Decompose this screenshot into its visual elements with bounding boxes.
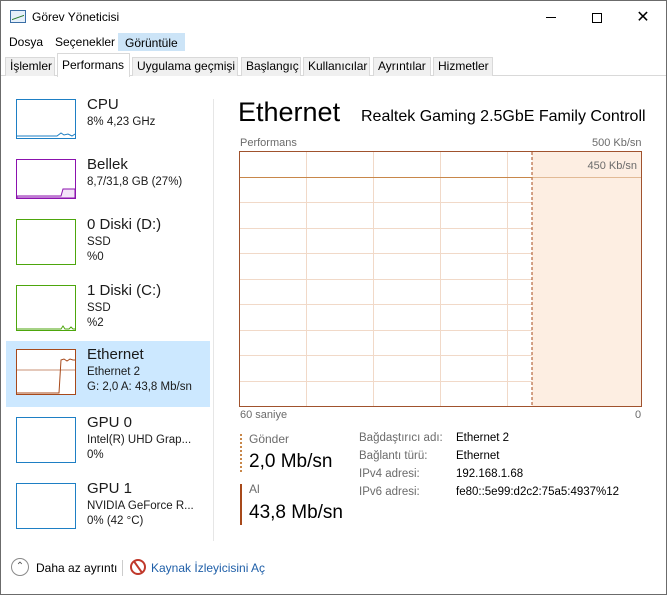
disk-1-thumbnail-line [17, 325, 75, 330]
adapter-name-value: Ethernet 2 [456, 432, 510, 444]
gpu-1-thumbnail-graph [16, 483, 76, 529]
memory-thumbnail-line [16, 188, 76, 199]
resource-sidebar: CPU 8% 4,23 GHz Bellek 8,7/31,8 GB (27%)… [1, 77, 213, 547]
memory-thumbnail-graph [16, 159, 76, 199]
send-value: 2,0 Mb/sn [249, 451, 333, 472]
sidebar-item-disk-1-name: 1 Diski (C:) [87, 282, 162, 299]
sidebar-item-gpu-0-model: Intel(R) UHD Grap... [87, 434, 192, 446]
sidebar-item-disk-0-type: SSD [87, 236, 111, 248]
receive-label: Al [249, 482, 260, 496]
cpu-thumbnail-line [17, 132, 76, 137]
graph-max-label: 500 Kb/sn [592, 137, 642, 149]
throughput-graph: 450 Kb/sn [239, 151, 642, 407]
menu-view[interactable]: Görüntüle [118, 33, 185, 51]
sidebar-item-gpu-0-name: GPU 0 [87, 414, 133, 431]
sidebar-item-cpu-usage: 8% 4,23 GHz [87, 116, 156, 128]
send-stat: Gönder 2,0 Mb/sn [240, 431, 350, 473]
tab-startup[interactable]: Başlangıç [241, 57, 301, 76]
receive-stat: Al 43,8 Mb/sn [240, 481, 360, 525]
footer-divider [122, 560, 123, 576]
footer-bar: ⌃ Daha az ayrıntı Kaynak İzleyicisini Aç [1, 547, 666, 594]
sidebar-item-gpu-1-name: GPU 1 [87, 480, 133, 497]
adapter-name: Realtek Gaming 2.5GbE Family Controll... [361, 108, 645, 125]
sidebar-item-gpu-1-usage: 0% (42 °C) [87, 515, 144, 527]
maximize-icon [592, 12, 602, 23]
sidebar-item-cpu-name: CPU [87, 96, 119, 113]
sidebar-item-disk-0[interactable]: 0 Diski (D:) SSD %0 [6, 211, 210, 277]
graph-label: Performans [240, 137, 297, 149]
minimize-icon [546, 17, 556, 19]
graph-x-left-label: 60 saniye [240, 409, 288, 421]
tab-processes[interactable]: İşlemler [5, 57, 55, 76]
sidebar-item-gpu-1[interactable]: GPU 1 NVIDIA GeForce R... 0% (42 °C) [6, 475, 210, 541]
connection-type-value: Ethernet [456, 450, 500, 462]
send-label: Gönder [249, 432, 290, 446]
receive-indicator [240, 484, 242, 525]
ipv6-value: fe80::5e99:d2c2:75a5:4937%12 [456, 486, 620, 498]
chevron-up-icon[interactable]: ⌃ [11, 558, 29, 576]
receive-area [532, 152, 641, 406]
ethernet-thumbnail-graph [16, 349, 76, 395]
graph-inner-scale-label: 450 Kb/sn [587, 160, 637, 172]
title-bar: Görev Yöneticisi ✕ [1, 1, 666, 32]
connection-type-label: Bağlantı türü: [359, 450, 428, 462]
sidebar-item-ethernet[interactable]: Ethernet Ethernet 2 G: 2,0 A: 43,8 Mb/sn [6, 341, 210, 407]
tab-services[interactable]: Hizmetler [433, 57, 493, 76]
menu-options[interactable]: Seçenekler [49, 33, 121, 51]
tab-app-history[interactable]: Uygulama geçmişi [132, 57, 238, 76]
tab-details[interactable]: Ayrıntılar [373, 57, 431, 76]
gpu-0-thumbnail-graph [16, 417, 76, 463]
maximize-button[interactable] [574, 1, 620, 32]
close-icon: ✕ [636, 8, 650, 26]
page-title: Ethernet [238, 97, 341, 127]
adapter-name-label: Bağdaştırıcı adı: [359, 432, 443, 444]
receive-value: 43,8 Mb/sn [249, 502, 343, 523]
sidebar-item-gpu-1-model: NVIDIA GeForce R... [87, 500, 194, 512]
sidebar-item-gpu-0[interactable]: GPU 0 Intel(R) UHD Grap... 0% [6, 409, 210, 475]
sidebar-item-gpu-0-usage: 0% [87, 449, 104, 461]
send-indicator [240, 434, 242, 472]
close-button[interactable]: ✕ [620, 1, 666, 32]
sidebar-item-ethernet-throughput: G: 2,0 A: 43,8 Mb/sn [87, 381, 192, 393]
ethernet-thumbnail-line [17, 358, 75, 394]
throughput-graph-canvas [240, 152, 641, 406]
task-manager-window: Görev Yöneticisi ✕ Dosya Seçenekler Görü… [0, 0, 667, 595]
open-resource-monitor-link[interactable]: Kaynak İzleyicisini Aç [151, 561, 265, 575]
task-manager-icon [10, 10, 26, 23]
minimize-button[interactable] [528, 1, 574, 32]
fewer-details-button[interactable]: Daha az ayrıntı [36, 561, 117, 575]
sidebar-divider [213, 99, 214, 541]
ipv6-label: IPv6 adresi: [359, 486, 420, 498]
disk-0-thumbnail-graph [16, 219, 76, 265]
tab-performance[interactable]: Performans [57, 53, 130, 77]
sidebar-item-ethernet-name: Ethernet [87, 346, 144, 363]
window-title: Görev Yöneticisi [32, 10, 120, 24]
sidebar-item-ethernet-adapter: Ethernet 2 [87, 366, 141, 378]
sidebar-item-memory-name: Bellek [87, 156, 128, 173]
resource-monitor-icon [130, 559, 146, 575]
menu-file[interactable]: Dosya [3, 33, 49, 51]
ipv4-value: 192.168.1.68 [456, 468, 524, 480]
cpu-thumbnail-graph [16, 99, 76, 139]
sidebar-item-memory[interactable]: Bellek 8,7/31,8 GB (27%) [6, 151, 210, 217]
graph-x-right-label: 0 [635, 409, 642, 421]
sidebar-item-disk-0-name: 0 Diski (D:) [87, 216, 162, 233]
ipv4-label: IPv4 adresi: [359, 468, 420, 480]
tab-users[interactable]: Kullanıcılar [303, 57, 370, 76]
sidebar-item-disk-0-usage: %0 [87, 251, 104, 263]
disk-1-thumbnail-graph [16, 285, 76, 331]
sidebar-item-disk-1-type: SSD [87, 302, 111, 314]
sidebar-item-disk-1-usage: %2 [87, 317, 104, 329]
sidebar-item-cpu[interactable]: CPU 8% 4,23 GHz [6, 91, 210, 157]
tab-strip: İşlemler Performans Uygulama geçmişi Baş… [1, 53, 666, 77]
sidebar-item-disk-1[interactable]: 1 Diski (C:) SSD %2 [6, 277, 210, 343]
sidebar-item-memory-usage: 8,7/31,8 GB (27%) [87, 176, 183, 188]
menu-bar: Dosya Seçenekler Görüntüle [1, 32, 666, 52]
